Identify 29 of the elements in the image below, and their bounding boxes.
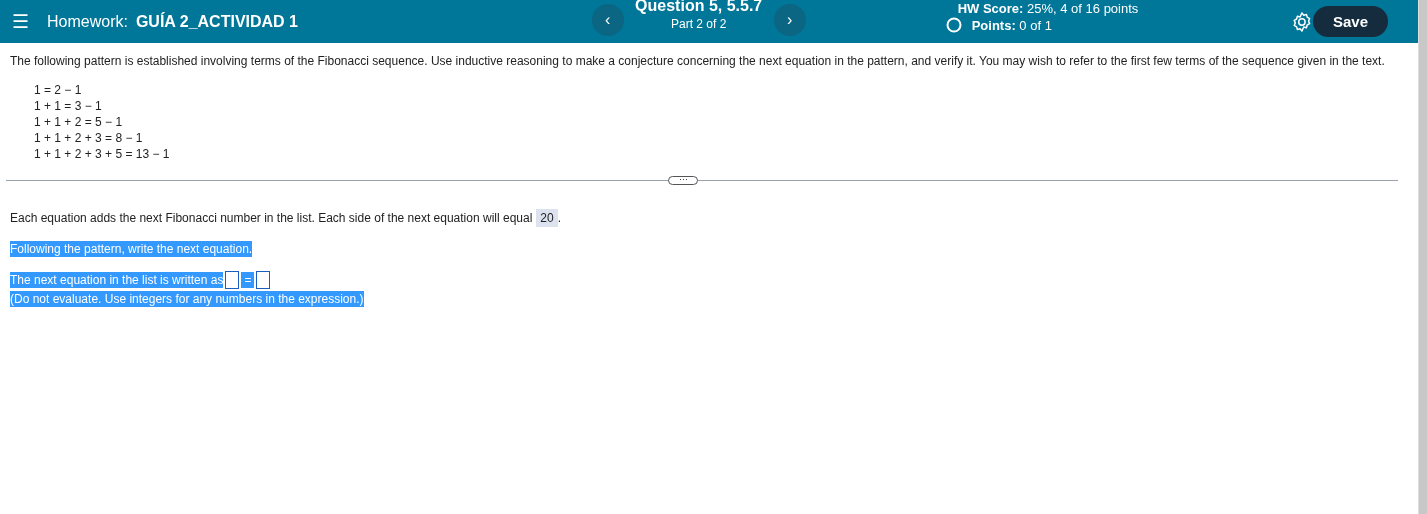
equation: 1 = 2 − 1 <box>34 82 83 98</box>
homework-title: GUÍA 2_ACTIVIDAD 1 <box>135 12 298 31</box>
next-question-button[interactable]: › <box>773 4 806 36</box>
save-button[interactable]: Save <box>1312 6 1388 37</box>
note-text: (Do not evaluate. Use integers for any numbers in the expression.) <box>10 291 364 307</box>
homework-label: Homework: <box>47 12 128 31</box>
input-field[interactable] <box>256 271 271 289</box>
question-text: The following pattern is established involving terms of the Fibonacci sequence. Use inductive reasoning to make a conjecture concerning the next equation in the pattern, and verify it. You may wish to refer to the first few terms of the sequence given in the text. <box>10 53 1386 69</box>
input-field[interactable] <box>225 271 240 289</box>
circle-icon <box>945 17 962 33</box>
settings-icon[interactable] <box>1291 10 1313 33</box>
instruction-text: Following the pattern, write the next equation. <box>10 241 253 257</box>
menu-button[interactable]: ☰ <box>8 10 33 33</box>
divider-handle[interactable]: ⋯ <box>668 176 698 185</box>
equation: 1 + 1 + 2 + 3 + 5 = 13 − 1 <box>34 146 171 162</box>
equation: 1 + 1 + 2 = 5 − 1 <box>34 114 124 130</box>
instruction-text: The next equation in the list is written as <box>10 272 224 288</box>
points: Points: 0 of 1 <box>971 17 1052 33</box>
answer-value: 20 <box>536 209 558 227</box>
scrollbar[interactable] <box>1418 0 1427 514</box>
equals-sign: = <box>241 272 255 288</box>
part-label: Part 2 of 2 <box>671 17 727 31</box>
answer-text: Each equation adds the next Fibonacci number in the list. Each side of the next equation will equal <box>10 211 533 225</box>
previous-question-button[interactable]: ‹ <box>591 4 624 36</box>
hw-score: HW Score: 25%, 4 of 16 points <box>957 2 1140 16</box>
equation: 1 + 1 + 2 + 3 = 8 − 1 <box>34 130 144 146</box>
question-title: Question 5, 5.5.7 <box>635 0 763 14</box>
period: . <box>557 211 562 225</box>
equation: 1 + 1 = 3 − 1 <box>34 98 103 114</box>
